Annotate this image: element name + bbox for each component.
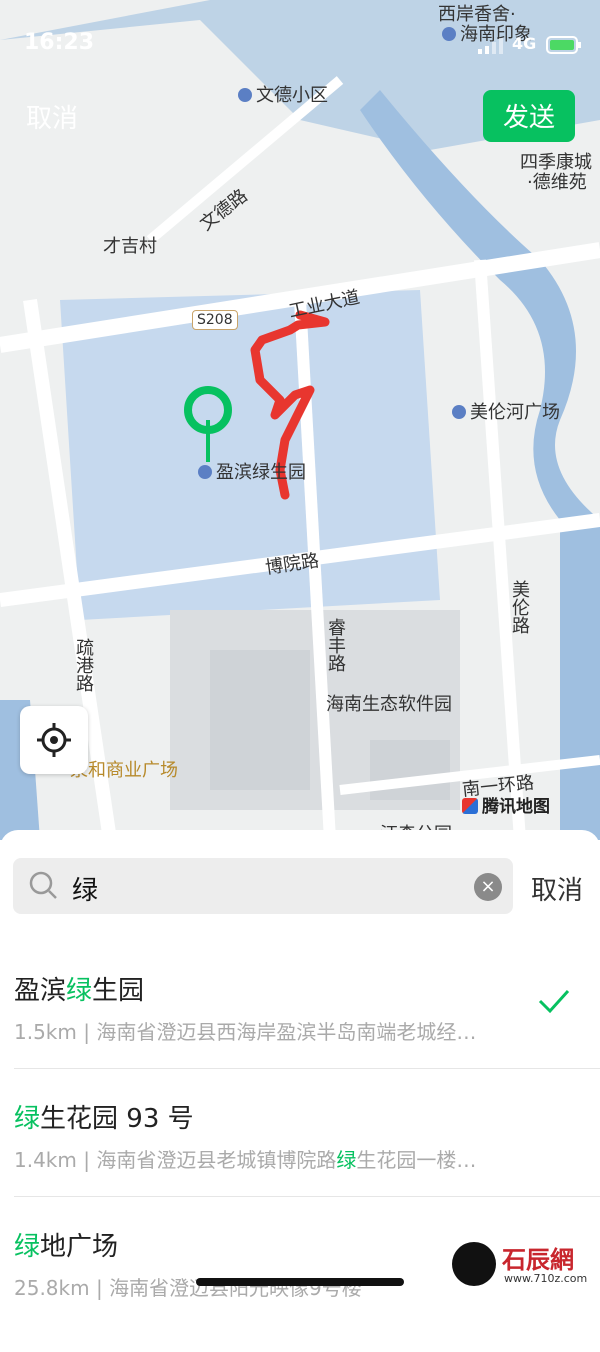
network-type: 4G [512,34,537,53]
divider [14,1068,600,1069]
check-icon [538,988,570,1018]
status-bar: 16:23 4G [0,0,600,80]
map-label-software-park: 海南生态软件园 [326,694,452,715]
search-query[interactable]: 绿 [72,870,98,907]
map-label-meilunhe: 美伦河广场 [452,398,560,424]
map-label-wende-community: 文德小区 [238,81,328,107]
tencent-map-attribution: 腾讯地图 [462,792,550,817]
cancel-button[interactable]: 取消 [26,98,78,135]
crosshair-icon [37,723,71,757]
map-label-meilun-road: 美伦路 [509,580,530,634]
result-address: 1.4km | 海南省澄迈县老城镇博院路绿生花园一楼… [14,1148,477,1172]
clear-icon[interactable]: × [474,873,502,901]
home-indicator [196,1278,404,1286]
tencent-logo-icon [462,798,478,814]
map-label-siji-2: ·德维苑 [527,172,587,193]
map-label-caiji: 才吉村 [103,236,157,257]
result-item[interactable]: 绿生花园 93 号 1.4km | 海南省澄迈县老城镇博院路绿生花园一楼… [0,1098,600,1224]
seal-icon [452,1242,496,1286]
battery-icon [546,36,582,58]
search-cancel-button[interactable]: 取消 [531,870,583,907]
search-icon [28,870,58,904]
result-address: 1.5km | 海南省澄迈县西海岸盈滨半岛南端老城经… [14,1020,477,1044]
watermark-logo: 石辰網 www.710z.com [452,1240,592,1290]
map-label-ruifeng: 睿丰路 [325,618,346,672]
map-label-s208: S208 [192,310,238,330]
status-time: 16:23 [24,30,95,55]
result-name: 盈滨绿生园 [14,976,145,1006]
divider [14,1196,600,1197]
result-name: 绿生花园 93 号 [14,1104,194,1134]
locate-button[interactable] [20,706,88,774]
watermark-url: www.710z.com [504,1272,588,1285]
result-name: 绿地广场 [14,1232,119,1262]
result-item[interactable]: 盈滨绿生园 1.5km | 海南省澄迈县西海岸盈滨半岛南端老城经… [0,970,600,1096]
map-label-shugang: 疏港路 [73,638,94,692]
map-label-yingbin: 盈滨绿生园 [198,458,306,484]
signal-icon [478,38,508,58]
send-button[interactable]: 发送 [483,90,575,142]
watermark-text: 石辰網 [502,1245,574,1274]
